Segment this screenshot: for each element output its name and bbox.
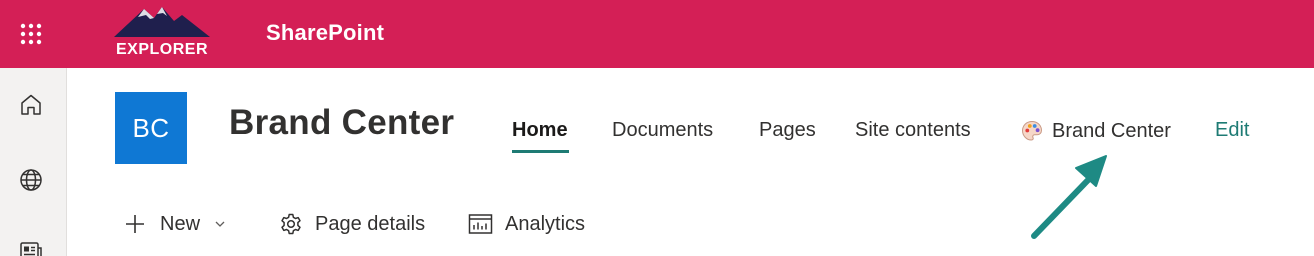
gear-icon: [281, 213, 301, 235]
site-logo[interactable]: BC: [115, 92, 187, 164]
palette-icon: [1021, 120, 1043, 141]
analytics-button[interactable]: Analytics: [468, 211, 585, 237]
site-title[interactable]: Brand Center: [229, 103, 454, 143]
news-button[interactable]: [17, 238, 45, 256]
news-icon: [20, 242, 42, 256]
home-icon: [21, 94, 41, 115]
page-details-button[interactable]: Page details: [279, 211, 425, 237]
global-nav-button[interactable]: [17, 166, 45, 194]
nav-item-pages[interactable]: Pages: [759, 119, 816, 142]
plus-icon: [126, 215, 144, 233]
app-launcher-button[interactable]: [0, 0, 62, 68]
analytics-icon: [468, 214, 493, 234]
nav-item-brand-center[interactable]: Brand Center: [1020, 119, 1171, 143]
organization-logo[interactable]: EXPLORER: [104, 3, 220, 61]
globe-icon: [20, 169, 42, 191]
page-details-label: Page details: [315, 212, 426, 235]
waffle-grid-icon: [20, 23, 42, 45]
nav-item-documents[interactable]: Documents: [612, 119, 713, 142]
chevron-down-icon: [215, 221, 225, 227]
app-bar: [0, 68, 67, 256]
edit-nav-link[interactable]: Edit: [1215, 119, 1249, 142]
nav-item-site-contents[interactable]: Site contents: [855, 119, 971, 142]
app-name-link[interactable]: SharePoint: [266, 20, 384, 46]
suite-bar: EXPLORER SharePoint: [0, 0, 1314, 68]
nav-active-indicator: [512, 150, 569, 153]
annotation-arrow-icon: [1031, 155, 1107, 239]
nav-item-home[interactable]: Home: [512, 119, 568, 142]
new-button[interactable]: New: [124, 211, 226, 237]
home-button[interactable]: [17, 91, 45, 119]
analytics-label: Analytics: [505, 212, 586, 235]
new-button-label: New: [160, 212, 201, 235]
logo-text: EXPLORER: [116, 41, 208, 58]
nav-item-brand-center-label: Brand Center: [1052, 119, 1171, 142]
